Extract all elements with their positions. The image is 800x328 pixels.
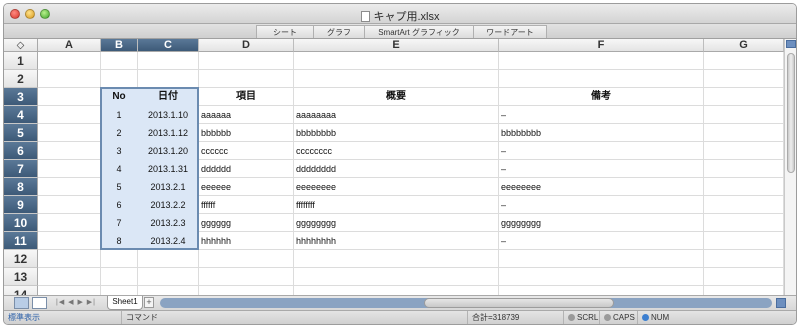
column-header-d[interactable]: D: [199, 39, 294, 52]
tab-sheet[interactable]: シート: [256, 25, 314, 38]
num-lock-label: NUM: [651, 313, 670, 322]
sheet-tab-bar: |◀ ◀ ▶ ▶| Sheet1 +: [4, 295, 796, 310]
row-header-11[interactable]: 11: [4, 232, 38, 250]
page-layout-view-button[interactable]: [32, 297, 47, 309]
sheet-tab-sheet1[interactable]: Sheet1: [107, 296, 143, 310]
window-title-text: キャプ用.xlsx: [373, 11, 440, 23]
cell-item[interactable]: ffffff: [199, 196, 293, 214]
row-header-3[interactable]: 3: [4, 88, 38, 106]
header-note[interactable]: 備考: [499, 88, 703, 106]
column-header-e[interactable]: E: [294, 39, 499, 52]
ribbon-tab-bar: シート グラフ SmartArt グラフィック ワードアート: [4, 24, 796, 39]
sheet-nav-arrows-icon[interactable]: |◀ ◀ ▶ ▶|: [56, 298, 96, 306]
vertical-scroll-thumb[interactable]: [787, 53, 795, 173]
header-item[interactable]: 項目: [199, 88, 293, 106]
cell-summary[interactable]: gggggggg: [294, 214, 498, 232]
row-header-10[interactable]: 10: [4, 214, 38, 232]
cell-summary[interactable]: ffffffff: [294, 196, 498, 214]
row-header-1[interactable]: 1: [4, 52, 38, 70]
cell-item[interactable]: aaaaaa: [199, 106, 293, 124]
column-header-a[interactable]: A: [38, 39, 101, 52]
ribbon-tabs: シート グラフ SmartArt グラフィック ワードアート: [256, 25, 547, 38]
cell-item[interactable]: gggggg: [199, 214, 293, 232]
cell-note[interactable]: –: [499, 232, 703, 250]
scroll-lock-label: SCRL: [577, 313, 599, 322]
column-header-b[interactable]: B: [101, 39, 138, 52]
column-header-g[interactable]: G: [704, 39, 784, 52]
row-header-14[interactable]: 14: [4, 286, 38, 295]
select-all-icon[interactable]: ◇: [4, 39, 38, 52]
split-handle-icon[interactable]: [786, 40, 796, 48]
cell-note[interactable]: –: [499, 160, 703, 178]
cell-note[interactable]: –: [499, 106, 703, 124]
cell-item[interactable]: bbbbbb: [199, 124, 293, 142]
status-num-lock: NUM: [638, 311, 674, 324]
cell-item[interactable]: eeeeee: [199, 178, 293, 196]
status-mode: コマンド: [122, 311, 468, 324]
status-view-mode: 標準表示: [4, 311, 122, 324]
status-bar: 標準表示 コマンド 合計=318739 SCRL CAPS NUM: [4, 310, 796, 324]
window-title: キャプ用.xlsx: [4, 8, 796, 24]
tab-wordart[interactable]: ワードアート: [473, 25, 547, 38]
cell-note[interactable]: –: [499, 142, 703, 160]
cell-summary[interactable]: aaaaaaaa: [294, 106, 498, 124]
row-header-4[interactable]: 4: [4, 106, 38, 124]
column-header-c[interactable]: C: [138, 39, 199, 52]
status-sum: 合計=318739: [468, 311, 564, 324]
status-scroll-lock: SCRL: [564, 311, 600, 324]
header-summary[interactable]: 概要: [294, 88, 498, 106]
cell-item[interactable]: hhhhhh: [199, 232, 293, 250]
spreadsheet-grid[interactable]: ◇ A B C D E F G 1 2 3 4 5 6 7 8 9 10 11 …: [4, 39, 784, 295]
num-lock-indicator-icon: [642, 314, 649, 321]
status-caps-lock: CAPS: [600, 311, 638, 324]
cell-note[interactable]: bbbbbbbb: [499, 124, 703, 142]
cell-summary[interactable]: hhhhhhhh: [294, 232, 498, 250]
horizontal-split-handle-icon[interactable]: [776, 298, 786, 308]
row-header-6[interactable]: 6: [4, 142, 38, 160]
normal-view-button[interactable]: [14, 297, 29, 309]
row-header-2[interactable]: 2: [4, 70, 38, 88]
column-header-f[interactable]: F: [499, 39, 704, 52]
row-header-13[interactable]: 13: [4, 268, 38, 286]
document-icon: [360, 11, 370, 22]
cell-note[interactable]: gggggggg: [499, 214, 703, 232]
scroll-lock-indicator-icon: [568, 314, 575, 321]
tab-smartart[interactable]: SmartArt グラフィック: [364, 25, 474, 38]
row-header-9[interactable]: 9: [4, 196, 38, 214]
cell-note[interactable]: eeeeeeee: [499, 178, 703, 196]
cell-summary[interactable]: eeeeeeee: [294, 178, 498, 196]
cell-summary[interactable]: cccccccc: [294, 142, 498, 160]
excel-window: キャプ用.xlsx シート グラフ SmartArt グラフィック ワードアート…: [3, 3, 797, 325]
row-header-7[interactable]: 7: [4, 160, 38, 178]
row-header-8[interactable]: 8: [4, 178, 38, 196]
horizontal-scroll-thumb[interactable]: [424, 298, 614, 308]
tab-chart[interactable]: グラフ: [313, 25, 365, 38]
caps-lock-indicator-icon: [604, 314, 611, 321]
vertical-scrollbar[interactable]: [784, 39, 796, 295]
add-sheet-button[interactable]: +: [144, 297, 154, 308]
cell-summary[interactable]: bbbbbbbb: [294, 124, 498, 142]
cell-summary[interactable]: dddddddd: [294, 160, 498, 178]
selection-outline: [100, 87, 199, 250]
caps-lock-label: CAPS: [613, 313, 635, 322]
cell-item[interactable]: dddddd: [199, 160, 293, 178]
row-header-12[interactable]: 12: [4, 250, 38, 268]
cell-item[interactable]: cccccc: [199, 142, 293, 160]
cell-note[interactable]: –: [499, 196, 703, 214]
row-header-5[interactable]: 5: [4, 124, 38, 142]
title-bar: キャプ用.xlsx: [4, 4, 796, 24]
